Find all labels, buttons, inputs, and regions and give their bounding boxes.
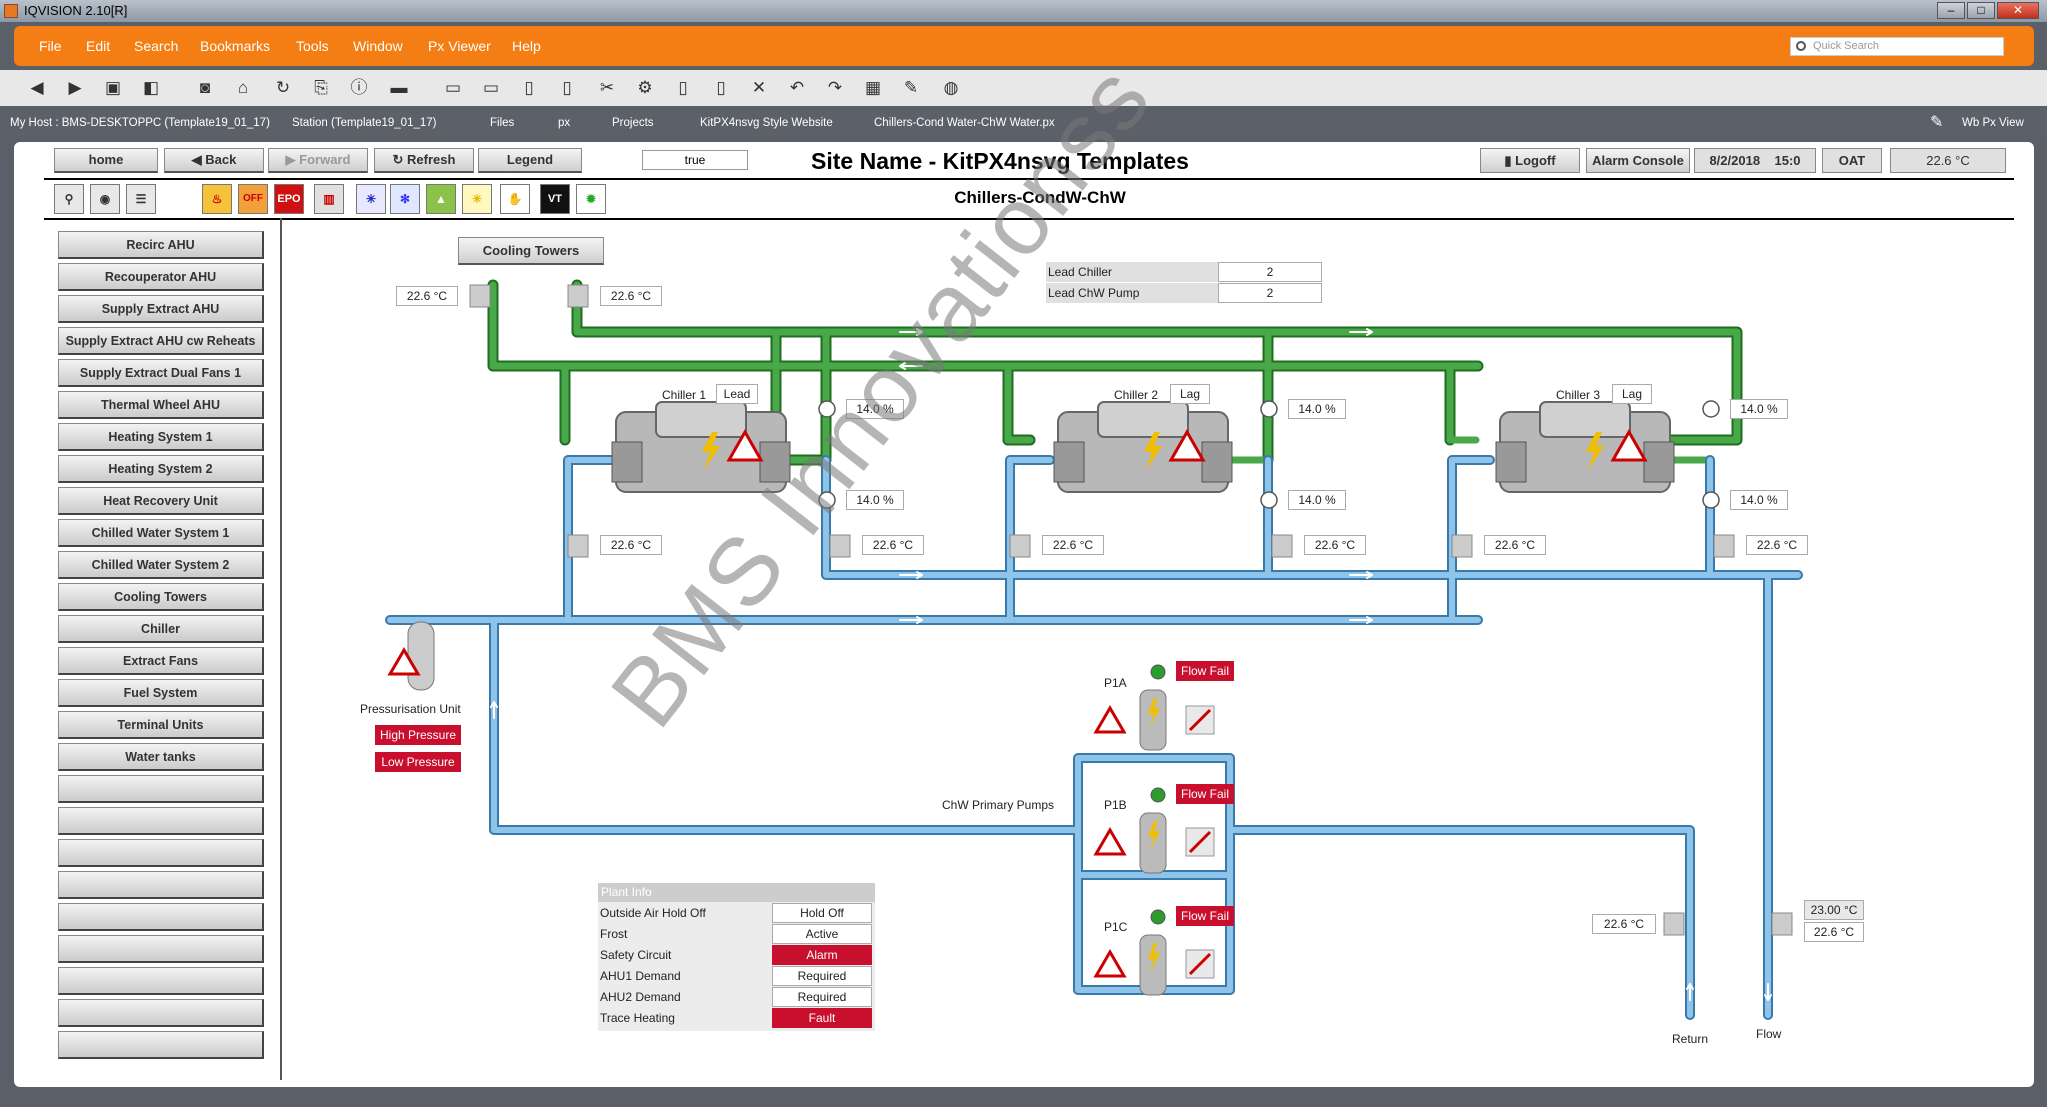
- pump-p1c-status: Flow Fail: [1176, 906, 1234, 926]
- chiller-2-name: Chiller 2: [1114, 388, 1159, 402]
- return-label: Return: [1672, 1032, 1709, 1046]
- flow-label: Flow: [1756, 1027, 1782, 1041]
- chiller-2-evap-in-temp: 22.6 °C: [1042, 535, 1104, 555]
- app-window: IQVISION 2.10[R] – □ ✕ File Edit Search …: [0, 0, 2047, 1107]
- lead-chiller-label: Lead Chiller: [1046, 262, 1218, 282]
- chiller-3-evap-out-temp: 22.6 °C: [1746, 535, 1808, 555]
- chiller-1-evap-out-temp: 22.6 °C: [862, 535, 924, 555]
- plant-info-label: Frost: [600, 927, 628, 941]
- pump-p1b-name: P1B: [1104, 798, 1127, 812]
- pump-p1a-status: Flow Fail: [1176, 661, 1234, 681]
- pumps-label: ChW Primary Pumps: [942, 798, 1055, 812]
- plant-info-value: Active: [772, 924, 872, 944]
- chiller-2-cond-valve: 14.0 %: [1288, 399, 1346, 419]
- plant-info-value: Alarm: [772, 945, 872, 965]
- chiller-3-cond-valve: 14.0 %: [1730, 399, 1788, 419]
- pressurisation-label: Pressurisation Unit: [360, 702, 461, 716]
- chiller-2-evap-out-temp: 22.6 °C: [1304, 535, 1366, 555]
- plant-info-panel: Plant Info Outside Air Hold Off Hold Off F…: [598, 883, 875, 1031]
- pump-p1a-name: P1A: [1104, 676, 1127, 690]
- pressurisation-vessel: [387, 621, 435, 691]
- plant-info-title: Plant Info: [598, 883, 875, 902]
- lead-chiller-value: 2: [1218, 262, 1322, 282]
- chiller-2-role: Lag: [1170, 384, 1210, 404]
- cooling-towers-button[interactable]: Cooling Towers: [458, 237, 604, 265]
- chiller-1-name: Chiller 1: [662, 388, 707, 402]
- plant-info-value: Required: [772, 987, 872, 1007]
- chiller-1-evap-in-temp: 22.6 °C: [600, 535, 662, 555]
- chiller-2-graphic: [1053, 401, 1233, 493]
- plant-info-label: Safety Circuit: [600, 948, 672, 962]
- tower-right-temp: 22.6 °C: [600, 286, 662, 306]
- plant-info-value: Hold Off: [772, 903, 872, 923]
- lead-pump-label: Lead ChW Pump: [1046, 283, 1218, 303]
- tower-left-temp: 22.6 °C: [396, 286, 458, 306]
- chiller-3-evap-valve: 14.0 %: [1730, 490, 1788, 510]
- lead-pump-value: 2: [1218, 283, 1322, 303]
- low-pressure-alarm: Low Pressure: [375, 752, 461, 772]
- pump-p1c-name: P1C: [1104, 920, 1128, 934]
- chiller-3-role: Lag: [1612, 384, 1652, 404]
- chiller-2-evap-valve: 14.0 %: [1288, 490, 1346, 510]
- plant-info-value: Required: [772, 966, 872, 986]
- plant-info-label: Trace Heating: [600, 1011, 675, 1025]
- flow-temp: 22.6 °C: [1804, 922, 1864, 942]
- plant-info-label: AHU1 Demand: [600, 969, 681, 983]
- flow-setpoint[interactable]: 23.00 °C: [1804, 900, 1864, 920]
- plant-info-label: Outside Air Hold Off: [600, 906, 706, 920]
- chiller-3-graphic: [1495, 401, 1675, 493]
- pump-graphics: [1093, 664, 1215, 996]
- chiller-3-evap-in-temp: 22.6 °C: [1484, 535, 1546, 555]
- high-pressure-alarm: High Pressure: [375, 725, 461, 745]
- pump-p1b-status: Flow Fail: [1176, 784, 1234, 804]
- return-temp: 22.6 °C: [1592, 914, 1656, 934]
- plant-info-label: AHU2 Demand: [600, 990, 681, 1004]
- chiller-3-name: Chiller 3: [1556, 388, 1601, 402]
- chiller-1-role: Lead: [716, 384, 758, 404]
- plant-info-value: Fault: [772, 1008, 872, 1028]
